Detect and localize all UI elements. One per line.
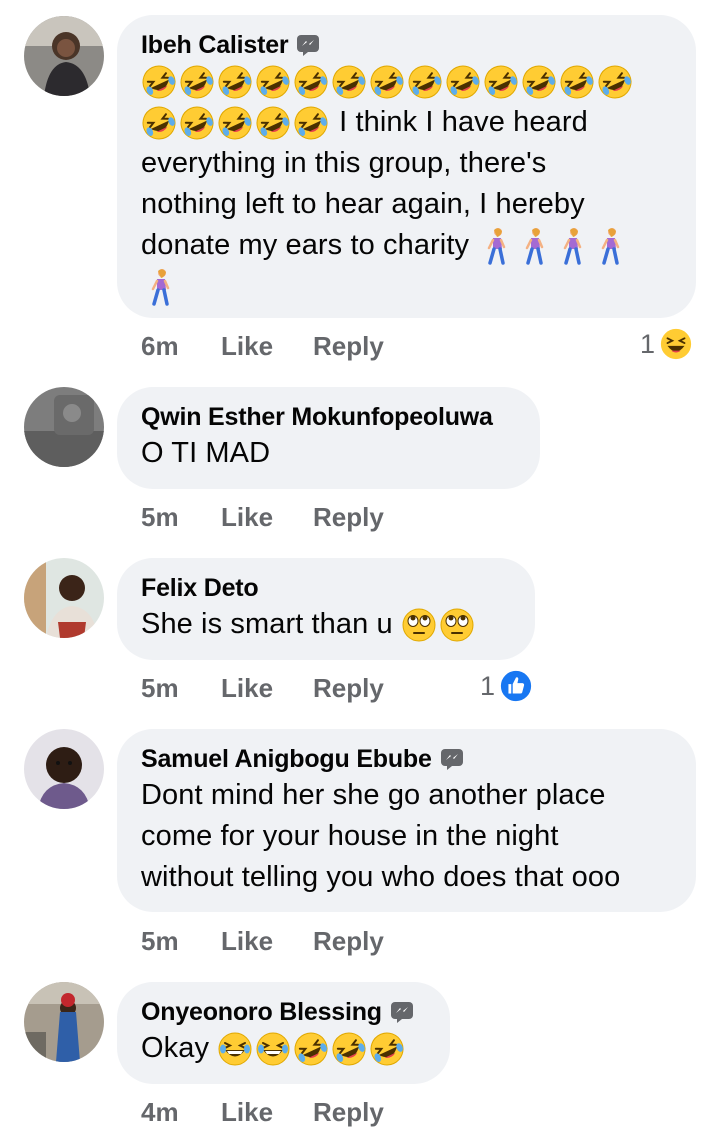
rolling-laughing-emoji (293, 64, 329, 100)
comment-actions: 5m Like Reply (141, 670, 384, 706)
rolling-laughing-emoji (445, 64, 481, 100)
rolling-laughing-emoji (483, 64, 519, 100)
eye-roll-emoji (439, 607, 475, 643)
walking-woman-emoji (145, 268, 175, 307)
reply-button[interactable]: Reply (313, 331, 384, 362)
laughing-react-icon (659, 327, 694, 361)
like-button[interactable]: Like (221, 502, 313, 533)
rolling-laughing-emoji (331, 64, 367, 100)
grinning-squint-emoji (255, 1031, 291, 1067)
comment-text: I think I have heard everything in this … (141, 61, 672, 307)
like-button[interactable]: Like (221, 1097, 313, 1128)
rolling-laughing-emoji (141, 64, 177, 100)
comment-text: O TI MAD (141, 437, 271, 469)
comment-actions: 5m Like Reply (141, 499, 384, 535)
comment-text: Dont mind her she go another place come … (141, 779, 621, 893)
rolling-laughing-emoji (217, 64, 253, 100)
comment-actions: 4m Like Reply (141, 1094, 384, 1130)
comment-bubble: Felix Deto She is smart than u (117, 558, 535, 660)
avatar[interactable] (24, 982, 104, 1062)
like-button[interactable]: Like (221, 926, 313, 957)
commenter-name[interactable]: Ibeh Calister (141, 29, 672, 61)
like-button[interactable]: Like (221, 331, 313, 362)
comment-time[interactable]: 5m (141, 926, 221, 957)
reply-button[interactable]: Reply (313, 926, 384, 957)
reaction-summary[interactable]: 1 (640, 327, 694, 361)
commenter-name[interactable]: Onyeonoro Blessing (141, 996, 426, 1028)
like-button[interactable]: Like (221, 673, 313, 704)
comment-actions: 6m Like Reply (141, 328, 384, 364)
rolling-laughing-emoji (255, 64, 291, 100)
messenger-badge-icon (440, 747, 464, 771)
comment-bubble: Ibeh Calister I think I have heard every… (117, 15, 696, 318)
rolling-laughing-emoji (293, 105, 329, 141)
comment-time[interactable]: 6m (141, 331, 221, 362)
rolling-laughing-emoji (369, 64, 405, 100)
avatar[interactable] (24, 16, 104, 96)
eye-roll-emoji (401, 607, 437, 643)
avatar[interactable] (24, 558, 104, 638)
rolling-laughing-emoji (597, 64, 633, 100)
rolling-laughing-emoji (141, 105, 177, 141)
comment-text: She is smart than u (141, 604, 511, 645)
grinning-squint-emoji (217, 1031, 253, 1067)
messenger-badge-icon (390, 1000, 414, 1024)
commenter-name[interactable]: Samuel Anigbogu Ebube (141, 743, 672, 775)
reply-button[interactable]: Reply (313, 673, 384, 704)
comment-text: Okay (141, 1028, 426, 1069)
rolling-laughing-emoji (255, 105, 291, 141)
commenter-name[interactable]: Felix Deto (141, 572, 511, 604)
rolling-laughing-emoji (217, 105, 253, 141)
commenter-name[interactable]: Qwin Esther Mokunfopeoluwa (141, 401, 516, 433)
rolling-laughing-emoji (293, 1031, 329, 1067)
comment-time[interactable]: 5m (141, 673, 221, 704)
like-react-icon (499, 669, 534, 703)
rolling-laughing-emoji (179, 105, 215, 141)
avatar[interactable] (24, 387, 104, 467)
rolling-laughing-emoji-row (141, 64, 635, 100)
rolling-laughing-emoji (521, 64, 557, 100)
rolling-laughing-emoji (331, 1031, 367, 1067)
rolling-laughing-emoji (369, 1031, 405, 1067)
comment-actions: 5m Like Reply (141, 923, 384, 959)
messenger-badge-icon (296, 33, 320, 57)
reply-button[interactable]: Reply (313, 1097, 384, 1128)
rolling-laughing-emoji (559, 64, 595, 100)
comment-bubble: Samuel Anigbogu Ebube Dont mind her she … (117, 729, 696, 912)
reply-button[interactable]: Reply (313, 502, 384, 533)
reaction-summary[interactable]: 1 (480, 669, 534, 703)
walking-woman-emoji (557, 227, 587, 266)
comment-time[interactable]: 5m (141, 502, 221, 533)
walking-woman-emoji (481, 227, 511, 266)
comment-bubble: Onyeonoro Blessing Okay (117, 982, 450, 1084)
walking-woman-emoji (519, 227, 549, 266)
walking-woman-emoji (595, 227, 625, 266)
rolling-laughing-emoji-row (141, 105, 331, 141)
reaction-count: 1 (480, 670, 496, 701)
reaction-count: 1 (640, 328, 656, 359)
rolling-laughing-emoji (179, 64, 215, 100)
comment-time[interactable]: 4m (141, 1097, 221, 1128)
rolling-laughing-emoji (407, 64, 443, 100)
avatar[interactable] (24, 729, 104, 809)
comment-bubble: Qwin Esther Mokunfopeoluwa O TI MAD (117, 387, 540, 489)
